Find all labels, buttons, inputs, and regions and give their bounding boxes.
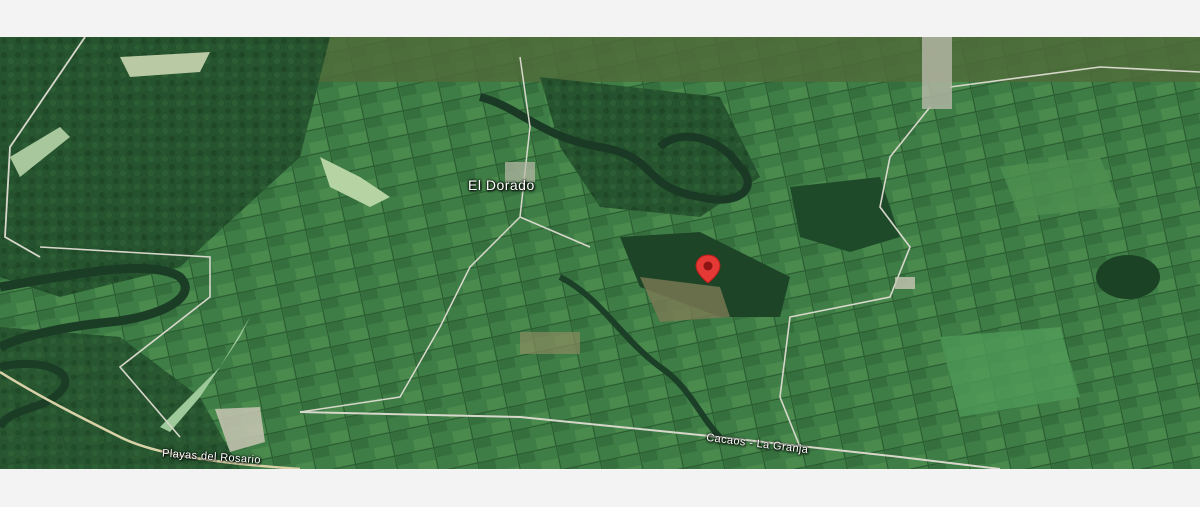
forest-patch-east [1096,255,1160,299]
settlement-east [895,277,915,289]
dry-field-area [300,37,1200,82]
light-field-northeast [1000,157,1120,217]
place-label-el-dorado: El Dorado [468,177,535,193]
image-frame: El Dorado Playas del Rosario Cacaos - La… [0,0,1200,507]
satellite-map[interactable]: El Dorado Playas del Rosario Cacaos - La… [0,37,1200,469]
settlement-north [922,37,952,109]
location-pin-icon[interactable] [692,253,724,285]
map-imagery [0,37,1200,469]
clearing-brown-2 [520,332,580,354]
